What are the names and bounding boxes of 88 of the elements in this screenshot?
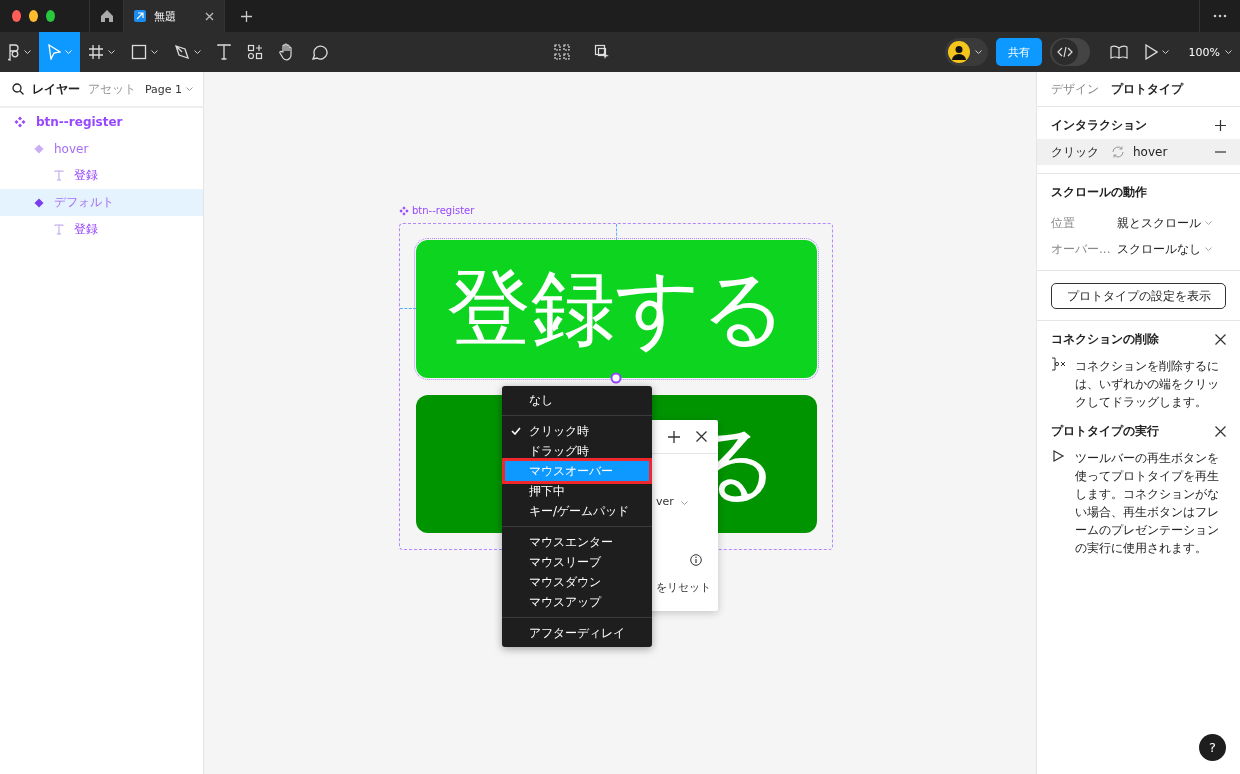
rectangle-icon: [131, 44, 147, 60]
chevron-icon: [1205, 221, 1212, 225]
chevron-icon: [194, 50, 201, 54]
diamond-icon: [34, 143, 44, 154]
search-icon[interactable]: [12, 83, 24, 95]
chevron-icon: [108, 50, 115, 54]
panel-tab[interactable]: プロトタイプ: [1111, 80, 1183, 98]
menu-item[interactable]: マウスエンター: [502, 532, 652, 552]
reset-option-text: をリセット: [656, 580, 711, 595]
menu-item[interactable]: マウスリーブ: [502, 552, 652, 572]
property-dropdown[interactable]: 親とスクロール: [1117, 214, 1212, 232]
property-label: オーバー...: [1051, 240, 1112, 258]
maximize-window-button[interactable]: [46, 10, 55, 22]
chevron-icon: [24, 50, 31, 54]
dashed-grid-icon: [554, 44, 571, 60]
tip-title: プロトタイプの実行: [1051, 422, 1159, 440]
chevron-icon: [1161, 50, 1169, 54]
menu-item[interactable]: 押下中: [502, 481, 652, 501]
interaction-row[interactable]: クリック hover: [1037, 139, 1240, 165]
chevron-icon: [65, 50, 72, 54]
swap-icon: [1111, 146, 1125, 158]
hand-icon: [279, 43, 295, 61]
layer-row[interactable]: 登録: [0, 216, 203, 243]
avatar-icon: [947, 41, 970, 63]
menu-item[interactable]: マウスアップ: [502, 592, 652, 612]
menu-item[interactable]: キー/ゲームパッド: [502, 501, 652, 521]
book-icon[interactable]: [1109, 45, 1128, 59]
tip-text: コネクションを削除するには、いずれかの端をクリックしてドラッグします。: [1075, 358, 1220, 411]
text-layer-icon: [54, 224, 64, 235]
logo-icon: [8, 43, 20, 61]
pen-icon: [174, 44, 190, 60]
panel-tab[interactable]: レイヤー: [32, 80, 80, 98]
close-icon[interactable]: [1215, 333, 1226, 345]
close-window-button[interactable]: [12, 10, 21, 22]
property-label: 位置: [1051, 214, 1076, 232]
text-layer-icon: [54, 170, 64, 181]
section-title: スクロールの動作: [1051, 183, 1147, 201]
connection-handle[interactable]: [610, 372, 622, 384]
close-icon[interactable]: [696, 431, 707, 442]
disconnect-icon: [1051, 357, 1067, 371]
diamond-icon: [34, 197, 44, 208]
user-menu[interactable]: [944, 38, 988, 66]
frame-label[interactable]: btn--register: [412, 205, 475, 216]
code-icon: [1051, 39, 1078, 65]
chevron-icon: [974, 50, 982, 54]
play-icon: [1143, 44, 1158, 60]
close-icon[interactable]: [205, 11, 214, 21]
component-icon: [14, 115, 26, 128]
close-icon[interactable]: [1215, 425, 1226, 437]
speech-bubble-icon: [311, 43, 328, 61]
prototype-settings-button[interactable]: プロトタイプの設定を表示: [1051, 283, 1226, 309]
layer-row[interactable]: 登録: [0, 162, 203, 189]
info-icon[interactable]: [690, 554, 702, 566]
minimize-window-button[interactable]: [29, 10, 38, 22]
frames-cursor-icon: [594, 44, 611, 60]
page-dropdown[interactable]: Page 1: [144, 82, 193, 96]
chevron-icon: [151, 50, 158, 54]
chevron-icon: [186, 87, 193, 91]
check-icon: [511, 427, 521, 435]
cursor-icon: [47, 44, 61, 60]
text-icon: [217, 44, 231, 60]
shapes-icon: [247, 44, 263, 60]
dev-mode-toggle[interactable]: [1049, 38, 1090, 66]
menu-item[interactable]: マウスダウン: [502, 572, 652, 592]
chevron-icon: [1225, 50, 1232, 54]
chevron-icon: [681, 501, 688, 505]
tip-text: ツールバーの再生ボタンを使ってプロトタイプを再生します。コネクションがない場合、再生ボタンはフレームのプレゼンテーションの実行に使用されます。: [1075, 450, 1220, 557]
zoom-dropdown[interactable]: 100%: [1188, 45, 1232, 59]
menu-item[interactable]: ドラッグ時: [502, 441, 652, 461]
component-icon: [399, 205, 409, 216]
tip-title: コネクションの削除: [1051, 330, 1159, 348]
panel-tab[interactable]: デザイン: [1051, 80, 1099, 98]
add-icon[interactable]: [1215, 119, 1226, 131]
file-tab[interactable]: 無題: [124, 0, 225, 32]
add-icon[interactable]: [668, 431, 680, 443]
property-dropdown[interactable]: スクロールなし: [1117, 240, 1212, 258]
chevron-icon: [1205, 247, 1212, 251]
layer-row[interactable]: btn--register: [0, 108, 203, 135]
more-icon[interactable]: [1213, 14, 1227, 18]
frame-icon: [88, 44, 104, 60]
home-icon[interactable]: [99, 9, 114, 23]
menu-item[interactable]: クリック時: [502, 421, 652, 441]
new-tab-icon[interactable]: [241, 10, 252, 22]
menu-item[interactable]: アフターディレイ: [502, 623, 652, 643]
file-icon: [134, 10, 146, 22]
section-title: インタラクション: [1051, 116, 1147, 134]
layer-row[interactable]: hover: [0, 135, 203, 162]
destination-value[interactable]: ver: [656, 495, 674, 508]
